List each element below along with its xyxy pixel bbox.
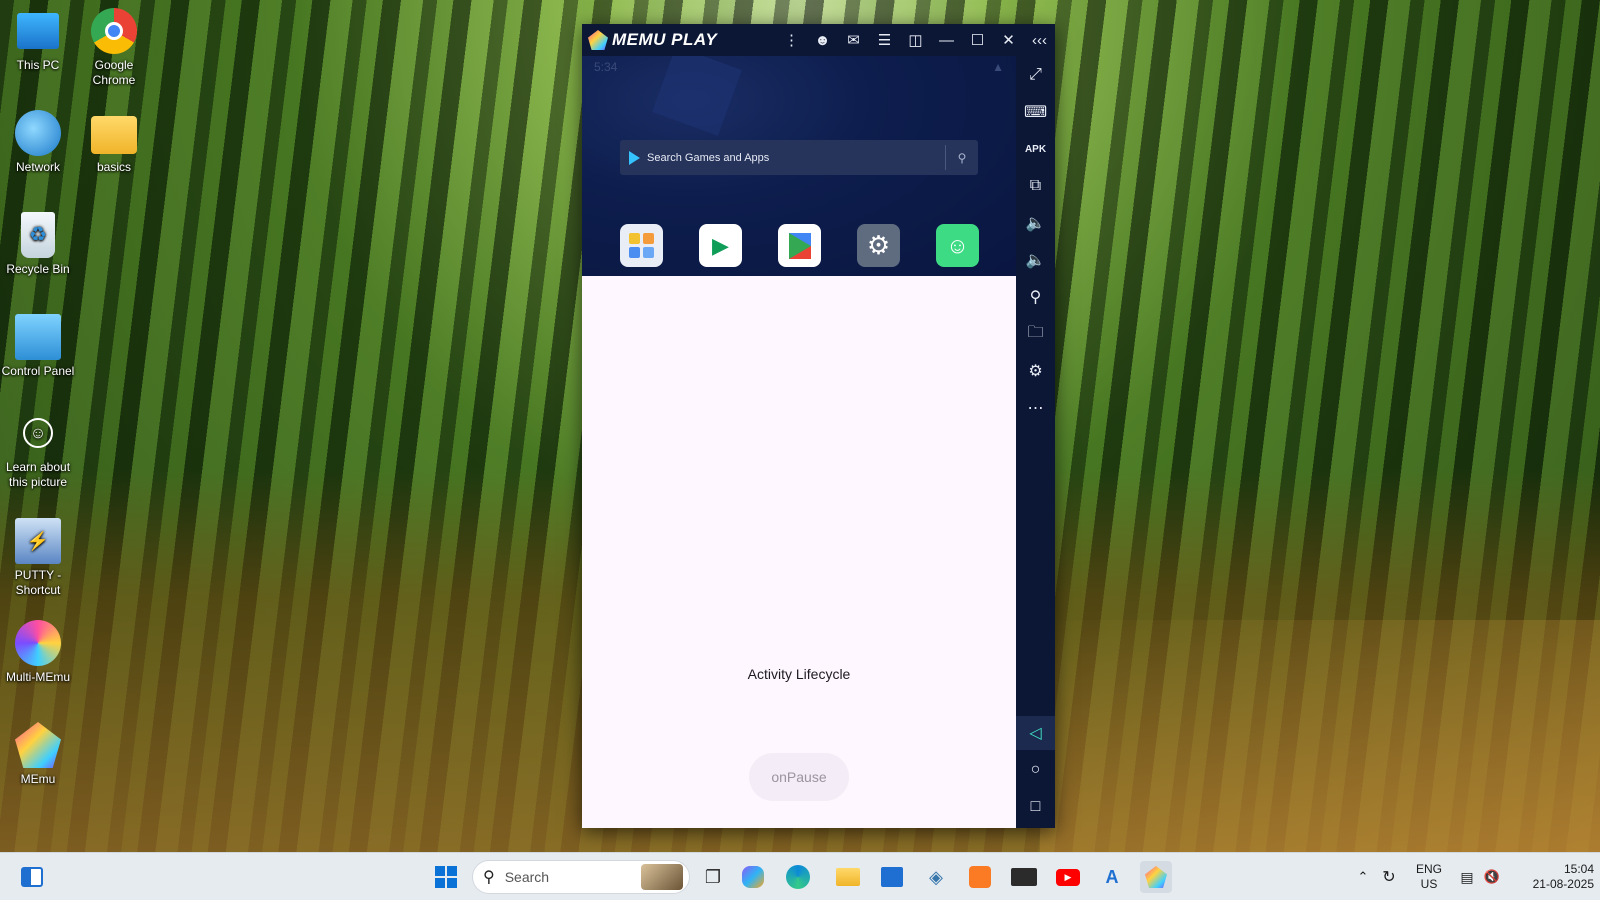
tools-folder-icon[interactable] xyxy=(620,224,663,267)
clock-date: 21-08-2025 xyxy=(1532,877,1594,891)
close-icon[interactable]: ✕ xyxy=(993,24,1024,56)
monitor-icon xyxy=(17,13,59,49)
desktop-icon-memu[interactable]: MEmu xyxy=(0,722,76,787)
app-search-bar[interactable]: Search Games and Apps ⚲ xyxy=(620,140,978,175)
wifi-icon: ▲ xyxy=(992,60,1004,74)
xampp-icon[interactable] xyxy=(964,861,996,893)
taskbar-search[interactable]: ⚲ Search xyxy=(472,860,690,894)
store-icon[interactable] xyxy=(876,861,908,893)
control-panel-icon xyxy=(15,314,61,360)
memu-sidebar: ⤢ ⌨ APK ⧉ 🔈 🔈 ⚲ 🗀 ⚙ ⋯ ◁ ○ □ xyxy=(1016,56,1055,828)
memu-title-bar[interactable]: MEMU PLAY ⋮ ☻ ✉ ☰ ◫ — ☐ ✕ ‹‹‹ xyxy=(582,24,1055,56)
android-studio-icon[interactable]: A xyxy=(1096,861,1128,893)
network-status-icon[interactable]: ▤ xyxy=(1454,869,1480,886)
volume-up-icon[interactable]: 🔈 xyxy=(1016,206,1055,240)
recycle-bin-icon: ♻ xyxy=(21,212,55,258)
taskbar: ⚲ Search ❐ ◈ ▶ A ⌃ ↻ ENG US ▤ 🔇 15:04 21… xyxy=(0,852,1600,900)
memu-window: MEMU PLAY ⋮ ☻ ✉ ☰ ◫ — ☐ ✕ ‹‹‹ 5:34 ▲ Sea… xyxy=(582,24,1055,828)
home-icon[interactable]: ○ xyxy=(1016,753,1055,787)
play-store-search-icon xyxy=(629,150,640,165)
android-icon[interactable]: ☺ xyxy=(936,224,979,267)
search-highlight-image xyxy=(641,864,683,890)
multi-memu-icon xyxy=(15,620,61,666)
desktop-icon-multi-memu[interactable]: Multi-MEmu xyxy=(0,620,76,685)
desktop-icon-network[interactable]: Network xyxy=(0,110,76,175)
screen-cast-icon[interactable]: ◫ xyxy=(900,24,931,56)
clock-time: 15:04 xyxy=(1563,862,1594,876)
play-store-icon[interactable] xyxy=(778,224,821,267)
search-icon: ⚲ xyxy=(483,869,495,886)
keyboard-icon[interactable]: ⌨ xyxy=(1016,95,1055,129)
maximize-icon[interactable]: ☐ xyxy=(962,24,993,56)
multi-window-icon[interactable]: ⧉ xyxy=(1016,169,1055,203)
python-icon[interactable]: ◈ xyxy=(920,861,952,893)
mysql-icon[interactable] xyxy=(1008,861,1040,893)
activity-screen: Activity Lifecycle onPause xyxy=(582,276,1016,828)
mail-icon[interactable]: ✉ xyxy=(838,24,869,56)
more-icon[interactable]: ⋯ xyxy=(1016,391,1055,425)
learn-picture-icon: ☺ xyxy=(23,418,53,448)
chevron-up-icon[interactable]: ⌃ xyxy=(1352,869,1374,885)
settings-gear-icon[interactable]: ⚙ xyxy=(1016,354,1055,388)
activity-title: Activity Lifecycle xyxy=(747,666,851,682)
language-indicator[interactable]: ENG US xyxy=(1404,862,1454,892)
system-tray: ⌃ ↻ ENG US ▤ 🔇 15:04 21-08-2025 xyxy=(1352,853,1594,900)
desktop-icon-recycle-bin[interactable]: ♻ Recycle Bin xyxy=(0,212,76,277)
folder-icon[interactable]: 🗀 xyxy=(1016,317,1055,351)
folder-icon xyxy=(91,116,137,154)
sync-icon[interactable]: ↻ xyxy=(1374,867,1404,887)
collapse-icon[interactable]: ‹‹‹ xyxy=(1024,24,1055,56)
minimize-icon[interactable]: — xyxy=(931,24,962,56)
copilot-icon[interactable] xyxy=(742,866,764,888)
desktop-icon-basics[interactable]: basics xyxy=(76,110,152,175)
desktop-icon-control-panel[interactable]: Control Panel xyxy=(0,314,76,379)
fullscreen-icon[interactable]: ⤢ xyxy=(1016,58,1055,92)
account-icon[interactable]: ☻ xyxy=(807,24,838,56)
search-icon[interactable]: ⚲ xyxy=(946,151,978,165)
desktop-icon-google-chrome[interactable]: Google Chrome xyxy=(76,8,152,88)
status-time: 5:34 xyxy=(594,60,618,74)
location-icon[interactable]: ⚲ xyxy=(1016,280,1055,314)
start-icon[interactable] xyxy=(430,861,462,893)
language-label: ENG xyxy=(1415,862,1442,876)
clock[interactable]: 15:04 21-08-2025 xyxy=(1504,862,1594,892)
desktop-icon-learn-about-picture[interactable]: ☺ Learn about this picture xyxy=(0,418,76,490)
network-icon xyxy=(15,110,61,156)
onpause-button[interactable]: onPause xyxy=(749,753,849,801)
task-view-icon[interactable]: ❐ xyxy=(697,861,729,893)
taskbar-search-input[interactable]: Search xyxy=(505,869,641,885)
menu-dots-icon[interactable]: ⋮ xyxy=(776,24,807,56)
volume-muted-icon[interactable]: 🔇 xyxy=(1480,869,1504,885)
settings-icon[interactable]: ⚙ xyxy=(857,224,900,267)
desktop-icon-this-pc[interactable]: This PC xyxy=(0,8,76,73)
memu-icon xyxy=(15,722,61,768)
putty-icon: ⚡ xyxy=(15,518,61,564)
recents-icon[interactable]: □ xyxy=(1016,790,1055,824)
android-screen: 5:34 ▲ Search Games and Apps ⚲ ▶ ⚙ ☺ Act… xyxy=(582,56,1016,828)
widgets-icon[interactable] xyxy=(16,861,48,893)
file-explorer-icon[interactable] xyxy=(832,861,864,893)
chrome-icon xyxy=(91,8,137,54)
android-status-bar: 5:34 ▲ xyxy=(594,58,1004,76)
desktop-icon-putty[interactable]: ⚡ PUTTY - Shortcut xyxy=(0,518,76,598)
memu-logo: MEMU PLAY xyxy=(588,30,717,50)
region-label: US xyxy=(1420,877,1438,891)
back-icon[interactable]: ◁ xyxy=(1016,716,1055,750)
wallpaper-path xyxy=(1040,620,1600,852)
launcher-apps: ▶ ⚙ ☺ xyxy=(620,224,1015,267)
play-games-icon[interactable]: ▶ xyxy=(699,224,742,267)
apk-icon[interactable]: APK xyxy=(1016,132,1055,166)
edge-icon[interactable] xyxy=(786,865,810,889)
app-search-input[interactable]: Search Games and Apps xyxy=(647,152,945,164)
memu-taskbar-icon[interactable] xyxy=(1140,861,1172,893)
hamburger-icon[interactable]: ☰ xyxy=(869,24,900,56)
volume-down-icon[interactable]: 🔈 xyxy=(1016,243,1055,277)
youtube-icon[interactable]: ▶ xyxy=(1052,861,1084,893)
memu-logo-icon xyxy=(588,30,608,50)
